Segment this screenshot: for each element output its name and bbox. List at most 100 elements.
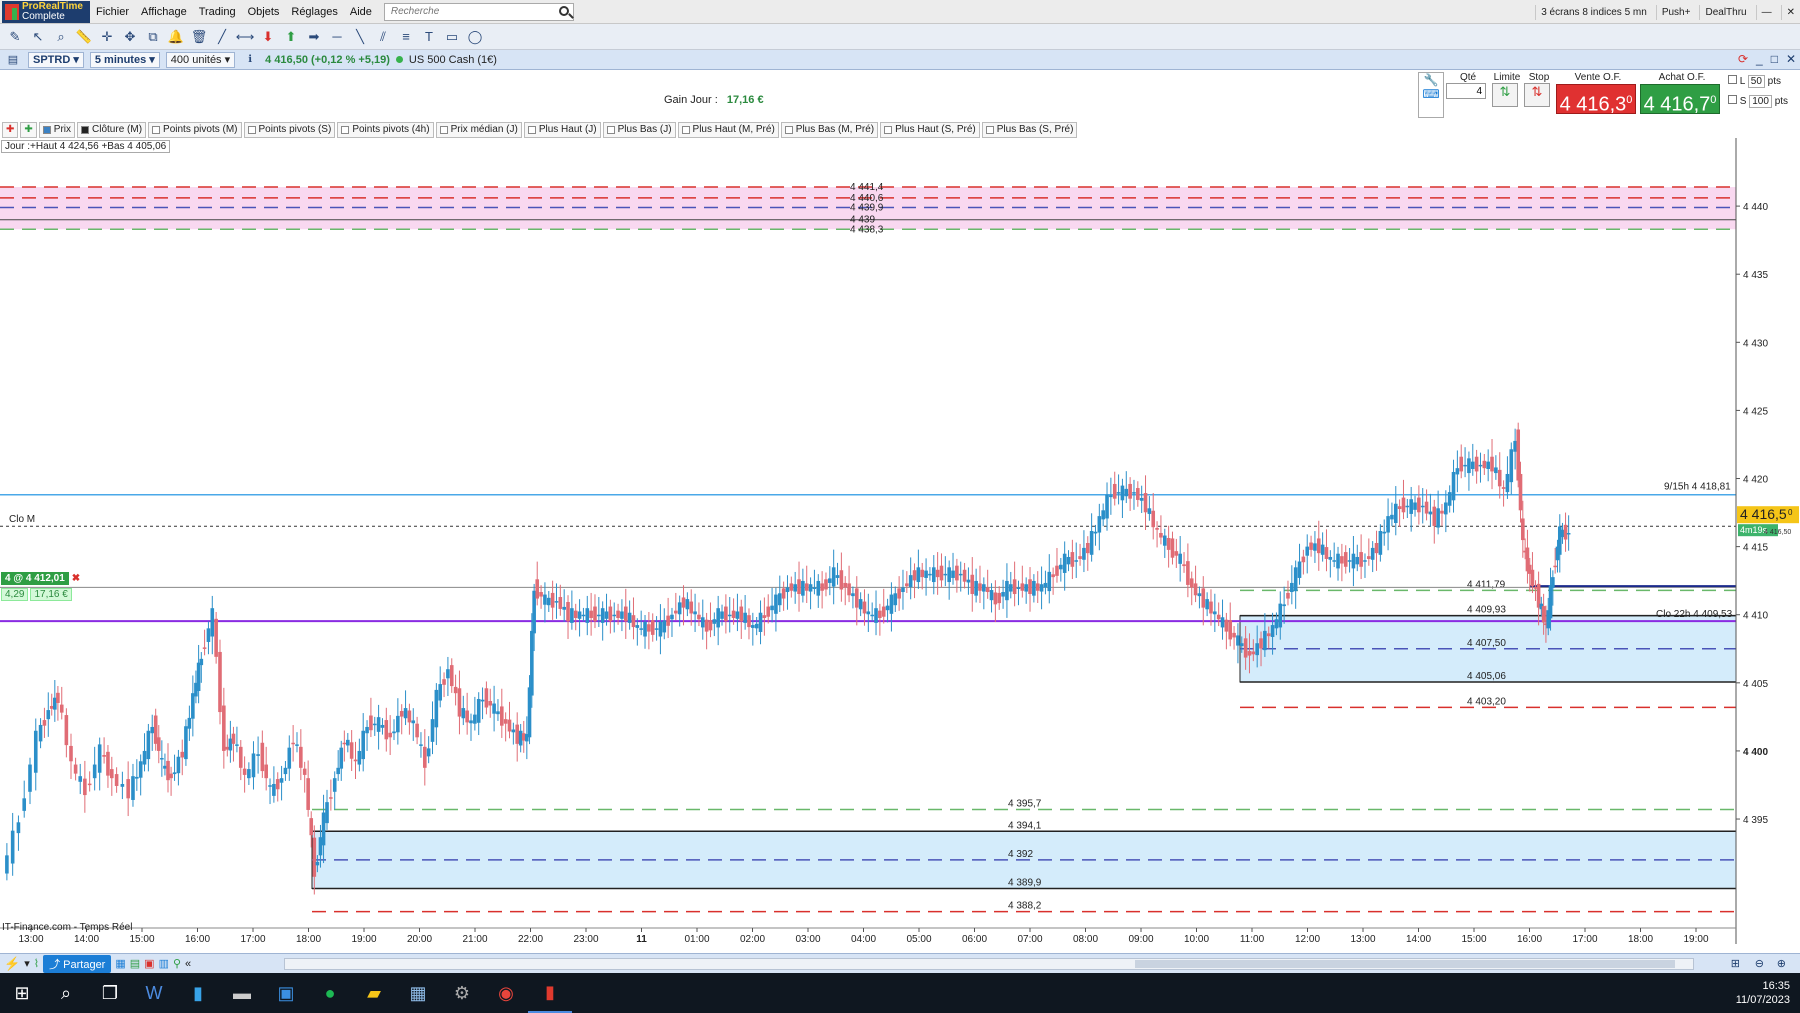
close-icon[interactable]: ✕ bbox=[1786, 52, 1796, 66]
menu-fichier[interactable]: Fichier bbox=[90, 6, 135, 18]
calendar-app-icon[interactable]: ▣ bbox=[264, 973, 308, 1013]
close-position-icon[interactable]: ✖ bbox=[72, 573, 80, 584]
zoom-icon[interactable]: ⌕ bbox=[52, 28, 70, 46]
windows-start-icon[interactable]: ⊞ bbox=[0, 973, 44, 1013]
copy-icon[interactable]: ⧉ bbox=[144, 28, 162, 46]
limit-order-button[interactable]: ⇅ bbox=[1492, 83, 1518, 107]
info-icon[interactable]: ℹ bbox=[241, 51, 259, 69]
search-icon[interactable] bbox=[558, 5, 569, 16]
indicator-cloture[interactable]: Clôture (M) bbox=[77, 122, 147, 138]
share-button[interactable]: ⤴ Partager bbox=[43, 954, 112, 973]
settings-app-icon[interactable]: ⚙ bbox=[440, 973, 484, 1013]
hline-icon[interactable]: ─ bbox=[328, 28, 346, 46]
files-app-icon[interactable]: ▬ bbox=[220, 973, 264, 1013]
horizontal-scrollbar[interactable] bbox=[284, 958, 1694, 970]
menu-reglages[interactable]: Réglages bbox=[285, 6, 343, 18]
bell-icon[interactable]: 🔔 bbox=[167, 28, 185, 46]
rewind-icon[interactable]: « bbox=[185, 958, 191, 970]
taskbar-search-icon[interactable]: ⌕ bbox=[44, 973, 88, 1013]
position-widget[interactable]: 4 @ 4 412,01 ✖ 4,29 17,16 € bbox=[1, 572, 80, 601]
move-icon[interactable]: ✥ bbox=[121, 28, 139, 46]
menu-affichage[interactable]: Affichage bbox=[135, 6, 193, 18]
store-app-icon[interactable]: ▮ bbox=[176, 973, 220, 1013]
l-checkbox[interactable] bbox=[1728, 75, 1737, 84]
trendline-icon[interactable]: ╲ bbox=[351, 28, 369, 46]
indicator-plus-haut-s[interactable]: Plus Haut (S, Pré) bbox=[880, 122, 980, 138]
units-dropdown[interactable]: 400 unités ▾ bbox=[165, 51, 236, 68]
calc-icon[interactable]: ▤ bbox=[130, 957, 140, 970]
prorealtime-app-icon[interactable]: ▮ bbox=[528, 973, 572, 1013]
push-chip[interactable]: Push+ bbox=[1655, 4, 1696, 20]
wrench-icon[interactable]: 🔧 bbox=[1419, 73, 1443, 87]
s-checkbox[interactable] bbox=[1728, 95, 1737, 104]
scrollbar-thumb[interactable] bbox=[1135, 960, 1675, 968]
ruler-icon[interactable]: 📏 bbox=[75, 28, 93, 46]
trash-icon[interactable]: 🗑 bbox=[190, 28, 208, 46]
qty-input[interactable] bbox=[1446, 83, 1486, 99]
zoom-out-icon[interactable]: ⊖ bbox=[1755, 957, 1764, 970]
indicator-pivots-s[interactable]: Points pivots (S) bbox=[243, 122, 336, 138]
buy-arrow-icon[interactable]: ⬆ bbox=[282, 28, 300, 46]
refresh-icon[interactable]: ⟳ bbox=[1738, 52, 1748, 66]
chrome-app-icon[interactable]: ◉ bbox=[484, 973, 528, 1013]
cursor-icon[interactable]: ↖ bbox=[29, 28, 47, 46]
search-input[interactable] bbox=[384, 6, 545, 17]
indicator-add-icon[interactable]: ⚡ bbox=[4, 956, 20, 972]
line-tool-icon[interactable]: ╱ bbox=[213, 28, 231, 46]
buy-button[interactable]: 4 416,70 bbox=[1640, 84, 1720, 116]
add-indicator-button[interactable]: ✚ bbox=[2, 122, 19, 138]
layout-icon[interactable]: ▥ bbox=[159, 957, 169, 970]
indicator-pivots-4h[interactable]: Points pivots (4h) bbox=[337, 122, 434, 138]
minimize-icon[interactable]: _ bbox=[1756, 52, 1763, 66]
pencil-icon[interactable]: ✎ bbox=[6, 28, 24, 46]
indicator-pivots-m[interactable]: Points pivots (M) bbox=[148, 122, 242, 138]
zoom-in-icon[interactable]: ⊕ bbox=[1777, 957, 1786, 970]
word-app-icon[interactable]: W bbox=[132, 973, 176, 1013]
price-chart[interactable]: 4 441,44 440,64 439,94 4394 438,34 395,7… bbox=[0, 138, 1800, 944]
ellipse-icon[interactable]: ◯ bbox=[466, 28, 484, 46]
explorer-app-icon[interactable]: ▰ bbox=[352, 973, 396, 1013]
candle-body bbox=[291, 742, 295, 745]
maximize-icon[interactable]: □ bbox=[1771, 52, 1778, 66]
fibo-icon[interactable]: ≡ bbox=[397, 28, 415, 46]
l-input[interactable]: 50 bbox=[1747, 75, 1765, 88]
indicator-plus-bas-m[interactable]: Plus Bas (M, Pré) bbox=[780, 122, 879, 138]
indicator-prix[interactable]: Prix bbox=[38, 122, 76, 138]
indicator-plus-bas-s[interactable]: Plus Bas (S, Pré) bbox=[981, 122, 1078, 138]
sell-button[interactable]: 4 416,30 bbox=[1556, 84, 1636, 116]
menu-trading[interactable]: Trading bbox=[193, 6, 242, 18]
stop-order-button[interactable]: ⇅ bbox=[1524, 83, 1550, 107]
text-tool-icon[interactable]: T bbox=[420, 28, 438, 46]
channel-icon[interactable]: ⫽ bbox=[374, 28, 392, 46]
indicator-prix-median[interactable]: Prix médian (J) bbox=[435, 122, 522, 138]
symbol-dropdown[interactable]: SPTRD ▾ bbox=[28, 51, 84, 68]
crosshair-icon[interactable]: ✛ bbox=[98, 28, 116, 46]
menu-objets[interactable]: Objets bbox=[242, 6, 286, 18]
link-icon[interactable]: ⚲ bbox=[173, 957, 181, 970]
grid-icon[interactable]: ▣ bbox=[144, 957, 154, 970]
indicator-plus-haut-j[interactable]: Plus Haut (J) bbox=[523, 122, 601, 138]
indicator-plus-haut-m[interactable]: Plus Haut (M, Pré) bbox=[677, 122, 779, 138]
zoom-fit-icon[interactable]: ⊞ bbox=[1731, 957, 1740, 970]
dealthru-chip[interactable]: DealThru bbox=[1699, 4, 1751, 20]
keyboard-icon[interactable]: ⌨ bbox=[1419, 87, 1443, 101]
segment-icon[interactable]: ⟷ bbox=[236, 28, 255, 46]
rect-icon[interactable]: ▭ bbox=[443, 28, 461, 46]
calculator-app-icon[interactable]: ▦ bbox=[396, 973, 440, 1013]
timeframe-dropdown[interactable]: 5 minutes ▾ bbox=[89, 51, 160, 68]
indicator-plus-bas-j[interactable]: Plus Bas (J) bbox=[602, 122, 676, 138]
add-indicator-green-button[interactable]: ✚ bbox=[20, 122, 37, 138]
chart-type-icon[interactable]: ▤ bbox=[4, 51, 22, 69]
spotify-app-icon[interactable]: ● bbox=[308, 973, 352, 1013]
menu-aide[interactable]: Aide bbox=[344, 6, 378, 18]
dropdown-icon[interactable]: ▾ bbox=[24, 957, 30, 970]
window-close-icon[interactable]: ✕ bbox=[1780, 4, 1800, 20]
table-icon[interactable]: ▦ bbox=[115, 957, 125, 970]
right-arrow-icon[interactable]: ➡ bbox=[305, 28, 323, 46]
window-minimize-icon[interactable]: — bbox=[1755, 4, 1777, 20]
sell-arrow-icon[interactable]: ⬇ bbox=[259, 28, 277, 46]
screens-chip[interactable]: 3 écrans 8 indices 5 mn bbox=[1535, 4, 1652, 20]
task-view-icon[interactable]: ❐ bbox=[88, 973, 132, 1013]
chart-style-icon[interactable]: ⌇ bbox=[34, 957, 39, 970]
s-input[interactable]: 100 bbox=[1749, 95, 1772, 108]
